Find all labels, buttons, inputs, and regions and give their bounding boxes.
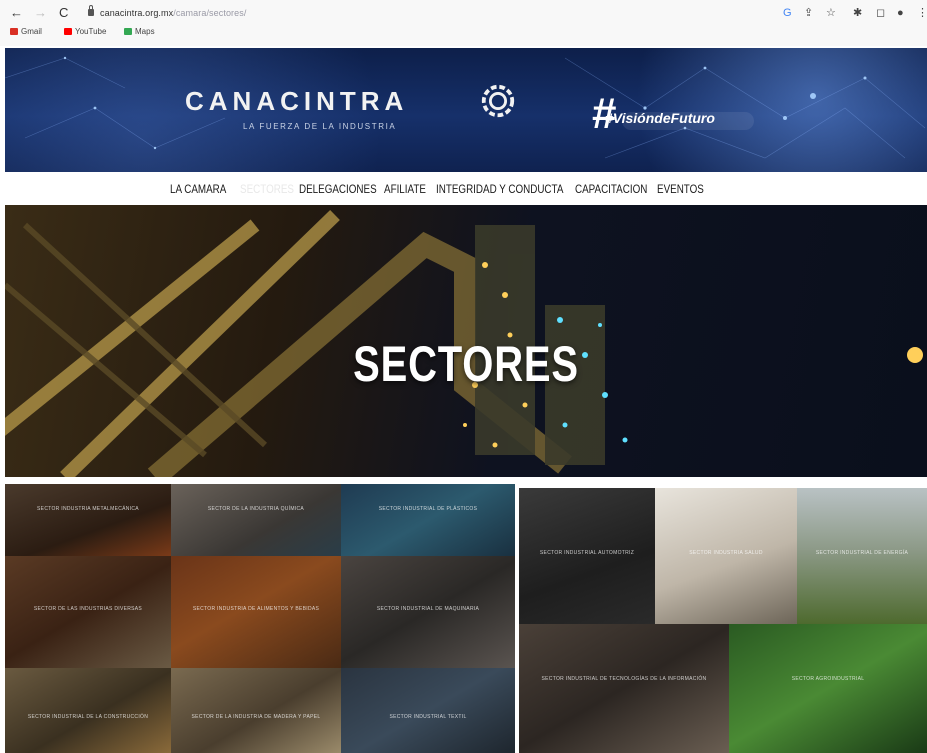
extensions-icon[interactable]: ✱ — [853, 7, 862, 19]
campaign-hashtag: #VisióndeFuturo — [605, 110, 715, 126]
sectors-grid: SECTOR INDUSTRIA METALMECÁNICA SECTOR DE… — [5, 484, 927, 753]
browser-chrome: ← → C canacintra.org.mx/camara/sectores/… — [0, 0, 927, 46]
sector-tile[interactable]: SECTOR INDUSTRIA METALMECÁNICA — [5, 484, 171, 556]
nav-la-camara[interactable]: LA CAMARA — [170, 182, 226, 196]
google-icon[interactable]: G — [783, 7, 792, 19]
reload-icon[interactable]: C — [59, 5, 68, 21]
sector-label: SECTOR INDUSTRIAL TEXTIL — [389, 714, 467, 720]
sector-tile[interactable]: SECTOR INDUSTRIA SALUD — [655, 488, 797, 624]
sector-label: SECTOR AGROINDUSTRIAL — [791, 676, 865, 682]
network-background-graphic — [5, 56, 926, 159]
sector-label: SECTOR INDUSTRIAL DE PLÁSTICOS — [378, 506, 478, 512]
gmail-icon — [10, 28, 18, 35]
forward-arrow-icon[interactable]: → — [34, 5, 47, 21]
sector-tile[interactable]: SECTOR INDUSTRIAL DE TECNOLOGÍAS DE LA I… — [519, 624, 729, 753]
site-header-banner: CANACINTRA LA FUERZA DE LA INDUSTRIA # #… — [5, 48, 927, 172]
sector-tile[interactable]: SECTOR INDUSTRIAL AUTOMOTRIZ — [519, 488, 655, 624]
sector-tile[interactable]: SECTOR INDUSTRIAL DE PLÁSTICOS — [341, 484, 515, 556]
logo-text[interactable]: CANACINTRA — [185, 86, 408, 117]
nav-eventos[interactable]: EVENTOS — [657, 182, 704, 196]
sector-label: SECTOR INDUSTRIAL AUTOMOTRIZ — [539, 550, 635, 556]
bookmark-star-icon[interactable]: ☆ — [826, 7, 836, 19]
sector-label: SECTOR INDUSTRIAL DE TECNOLOGÍAS DE LA I… — [541, 676, 707, 682]
share-icon[interactable]: ⇪ — [804, 7, 813, 19]
sector-tile[interactable]: SECTOR INDUSTRIAL DE MAQUINARIA — [341, 556, 515, 668]
back-arrow-icon[interactable]: ← — [10, 5, 23, 21]
nav-delegaciones[interactable]: DELEGACIONES — [299, 182, 377, 196]
sector-tile[interactable]: SECTOR DE LAS INDUSTRIAS DIVERSAS — [5, 556, 171, 668]
sector-tile[interactable]: SECTOR INDUSTRIA DE ALIMENTOS Y BEBIDAS — [171, 556, 341, 668]
url-path: /camara/sectores/ — [173, 8, 247, 18]
sector-tile[interactable]: SECTOR DE LA INDUSTRIA DE MADERA Y PAPEL — [171, 668, 341, 753]
nav-afiliate[interactable]: AFILIATE — [384, 182, 426, 196]
bookmark-label: YouTube — [75, 27, 107, 36]
site-navigation: LA CAMARA SECTORES DELEGACIONES AFILIATE… — [0, 178, 927, 202]
bookmark-gmail[interactable]: Gmail — [10, 27, 42, 36]
bookmark-youtube[interactable]: YouTube — [64, 27, 106, 36]
sector-label: SECTOR INDUSTRIAL DE LA CONSTRUCCIÓN — [27, 714, 149, 720]
profile-icon[interactable]: ● — [897, 7, 904, 19]
address-bar[interactable]: canacintra.org.mx/camara/sectores/ — [100, 8, 246, 18]
menu-icon[interactable]: ⋮ — [917, 7, 927, 19]
canacintra-gear-logo-icon[interactable] — [479, 82, 517, 120]
sector-tile[interactable]: SECTOR DE LA INDUSTRIA QUÍMICA — [171, 484, 341, 556]
hero-banner: SECTORES — [5, 205, 927, 477]
hero-title: SECTORES — [353, 336, 579, 392]
sector-tile[interactable]: SECTOR INDUSTRIAL DE LA CONSTRUCCIÓN — [5, 668, 171, 753]
sector-tile[interactable]: SECTOR INDUSTRIAL TEXTIL — [341, 668, 515, 753]
sector-label: SECTOR INDUSTRIA SALUD — [689, 550, 763, 556]
nav-capacitacion[interactable]: CAPACITACION — [575, 182, 647, 196]
bookmarks-bar: Gmail YouTube Maps — [0, 26, 927, 42]
sector-tile[interactable]: SECTOR INDUSTRIAL DE ENERGÍA — [797, 488, 927, 624]
logo-tagline: LA FUERZA DE LA INDUSTRIA — [243, 122, 397, 131]
bookmark-maps[interactable]: Maps — [124, 27, 155, 36]
bookmark-label: Maps — [135, 27, 155, 36]
bookmark-label: Gmail — [21, 27, 42, 36]
youtube-icon — [64, 28, 72, 35]
sector-label: SECTOR INDUSTRIAL DE ENERGÍA — [815, 550, 909, 556]
sector-label: SECTOR DE LAS INDUSTRIAS DIVERSAS — [33, 606, 143, 612]
sector-label: SECTOR DE LA INDUSTRIA DE MADERA Y PAPEL — [191, 714, 321, 720]
lock-icon[interactable] — [88, 5, 94, 16]
sector-label: SECTOR DE LA INDUSTRIA QUÍMICA — [207, 506, 305, 512]
sector-label: SECTOR INDUSTRIA METALMECÁNICA — [37, 506, 139, 512]
sector-label: SECTOR INDUSTRIA DE ALIMENTOS Y BEBIDAS — [192, 606, 320, 612]
maps-icon — [124, 28, 132, 35]
nav-integridad-y-conducta[interactable]: INTEGRIDAD Y CONDUCTA — [436, 182, 563, 196]
tab-window-icon[interactable]: ◻ — [876, 7, 885, 19]
sector-tile[interactable]: SECTOR AGROINDUSTRIAL — [729, 624, 927, 753]
url-domain: canacintra.org.mx — [100, 8, 174, 18]
nav-sectores[interactable]: SECTORES — [240, 182, 294, 196]
sector-label: SECTOR INDUSTRIAL DE MAQUINARIA — [376, 606, 480, 612]
address-row: ← → C canacintra.org.mx/camara/sectores/… — [0, 2, 927, 24]
